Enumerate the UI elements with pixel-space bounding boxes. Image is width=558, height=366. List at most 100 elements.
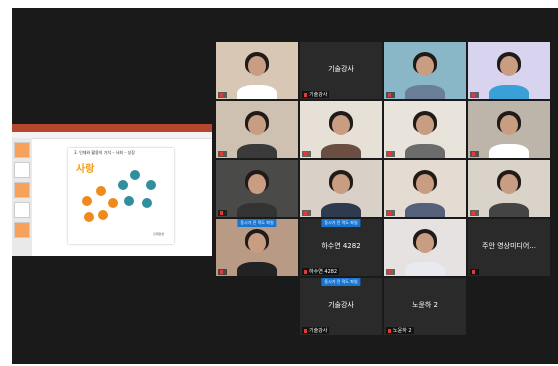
- participant-face: [248, 233, 266, 253]
- participant-face: [248, 56, 266, 76]
- diagram-node: [84, 212, 94, 222]
- slide-thumb[interactable]: [14, 162, 30, 178]
- muted-mic-icon: [304, 151, 307, 156]
- participant-tile[interactable]: [300, 160, 382, 217]
- participant-body: [321, 144, 361, 158]
- participant-tile[interactable]: [384, 219, 466, 276]
- participant-name: 기술강사: [309, 328, 328, 334]
- participant-tile[interactable]: [468, 160, 550, 217]
- slide-thumb[interactable]: [14, 202, 30, 218]
- participant-name-label: [218, 151, 227, 157]
- muted-mic-icon: [472, 151, 475, 156]
- muted-mic-icon: [472, 269, 475, 274]
- participant-face: [332, 174, 350, 194]
- participant-display-name: 주안 영상미디어...: [482, 242, 536, 250]
- participant-tile[interactable]: 기술강사 기술강사: [300, 42, 382, 99]
- participant-face: [416, 233, 434, 253]
- participant-face: [416, 174, 434, 194]
- participant-body: [405, 144, 445, 158]
- video-feed: [468, 42, 550, 99]
- slide-thumbnails[interactable]: [12, 138, 32, 256]
- powerpoint-ribbon: [12, 132, 212, 139]
- participant-name-label: [218, 92, 227, 98]
- muted-mic-icon: [220, 92, 223, 97]
- muted-mic-icon: [472, 210, 475, 215]
- participant-tile[interactable]: 주안 영상미디어...: [468, 219, 550, 276]
- participant-tile[interactable]: 기술강사 동시가 전 적도 파일기술강사: [300, 278, 382, 335]
- slide-note: 인재양성: [152, 232, 164, 236]
- participant-tile[interactable]: [384, 160, 466, 217]
- muted-mic-icon: [304, 328, 307, 333]
- slide-thumb[interactable]: [14, 182, 30, 198]
- video-feed: [216, 160, 298, 217]
- muted-mic-icon: [220, 269, 223, 274]
- participant-body: [405, 203, 445, 217]
- participant-name-label: [302, 210, 311, 216]
- participant-display-name: 노윤하 2: [412, 301, 438, 309]
- video-feed: [384, 101, 466, 158]
- participant-tile[interactable]: 하수연 4282 동시가 전 적도 파일 하수연 4282: [300, 219, 382, 276]
- participant-display-name: 기술강사: [328, 65, 354, 73]
- participant-tile[interactable]: [300, 101, 382, 158]
- diagram-node: [96, 186, 106, 196]
- current-slide: 3. 인재와 활용의 가치 – 사회 – 성장 사랑 인재양성: [68, 148, 174, 244]
- participant-face: [500, 174, 518, 194]
- participant-name: 기술강사: [309, 92, 328, 98]
- muted-mic-icon: [304, 269, 307, 274]
- video-feed: [216, 219, 298, 276]
- participant-name-label: 노윤하 2: [386, 327, 414, 334]
- diagram-node: [82, 196, 92, 206]
- status-badge: 동시가 전 적도 파일: [321, 278, 361, 286]
- participant-name-label: [386, 92, 395, 98]
- shared-presentation[interactable]: 3. 인재와 활용의 가치 – 사회 – 성장 사랑 인재양성: [12, 124, 212, 256]
- participant-name-label: 하수연 4282: [302, 268, 340, 275]
- participant-name-label: [218, 210, 227, 216]
- muted-mic-icon: [388, 151, 391, 156]
- participant-body: [237, 262, 277, 276]
- participant-body: [405, 262, 445, 276]
- status-badge: 동시가 전 적도 파일: [237, 219, 277, 227]
- participant-tile[interactable]: 동시가 전 적도 파일: [216, 219, 298, 276]
- diagram-node: [130, 170, 140, 180]
- participant-tile[interactable]: [384, 101, 466, 158]
- slide-thumb[interactable]: [14, 222, 30, 238]
- participant-face: [500, 56, 518, 76]
- diagram-node: [142, 198, 152, 208]
- participant-body: [489, 203, 529, 217]
- participant-body: [489, 85, 529, 99]
- muted-mic-icon: [304, 210, 307, 215]
- video-feed: [216, 42, 298, 99]
- slide-thumb[interactable]: [14, 142, 30, 158]
- participant-tile[interactable]: [384, 42, 466, 99]
- participant-name-label: 기술강사: [302, 91, 330, 98]
- participant-face: [416, 56, 434, 76]
- participant-name: 노윤하 2: [393, 328, 412, 334]
- participant-tile[interactable]: [468, 42, 550, 99]
- participant-tile[interactable]: [468, 101, 550, 158]
- powerpoint-titlebar: [12, 124, 212, 132]
- video-feed: [468, 101, 550, 158]
- muted-mic-icon: [220, 210, 223, 215]
- video-feed: [300, 160, 382, 217]
- participant-name-label: [386, 269, 395, 275]
- muted-mic-icon: [388, 328, 391, 333]
- zoom-gallery-screen: 3. 인재와 활용의 가치 – 사회 – 성장 사랑 인재양성 기술강사 기술강사…: [12, 8, 558, 364]
- participant-name-label: [302, 151, 311, 157]
- participant-display-name: 기술강사: [328, 301, 354, 309]
- participant-body: [405, 85, 445, 99]
- participant-tile[interactable]: [216, 42, 298, 99]
- muted-mic-icon: [304, 92, 307, 97]
- video-feed: [468, 160, 550, 217]
- slide-heading: 사랑: [76, 164, 95, 175]
- participant-face: [248, 115, 266, 135]
- participant-display-name: 하수연 4282: [321, 242, 361, 250]
- video-feed: [384, 160, 466, 217]
- participant-tile[interactable]: [216, 101, 298, 158]
- participant-name-label: [470, 92, 479, 98]
- participant-tile[interactable]: 노윤하 2 노윤하 2: [384, 278, 466, 335]
- participant-tile[interactable]: [216, 160, 298, 217]
- muted-mic-icon: [388, 269, 391, 274]
- diagram-node: [124, 196, 134, 206]
- participant-name-label: [218, 269, 227, 275]
- participant-body: [489, 144, 529, 158]
